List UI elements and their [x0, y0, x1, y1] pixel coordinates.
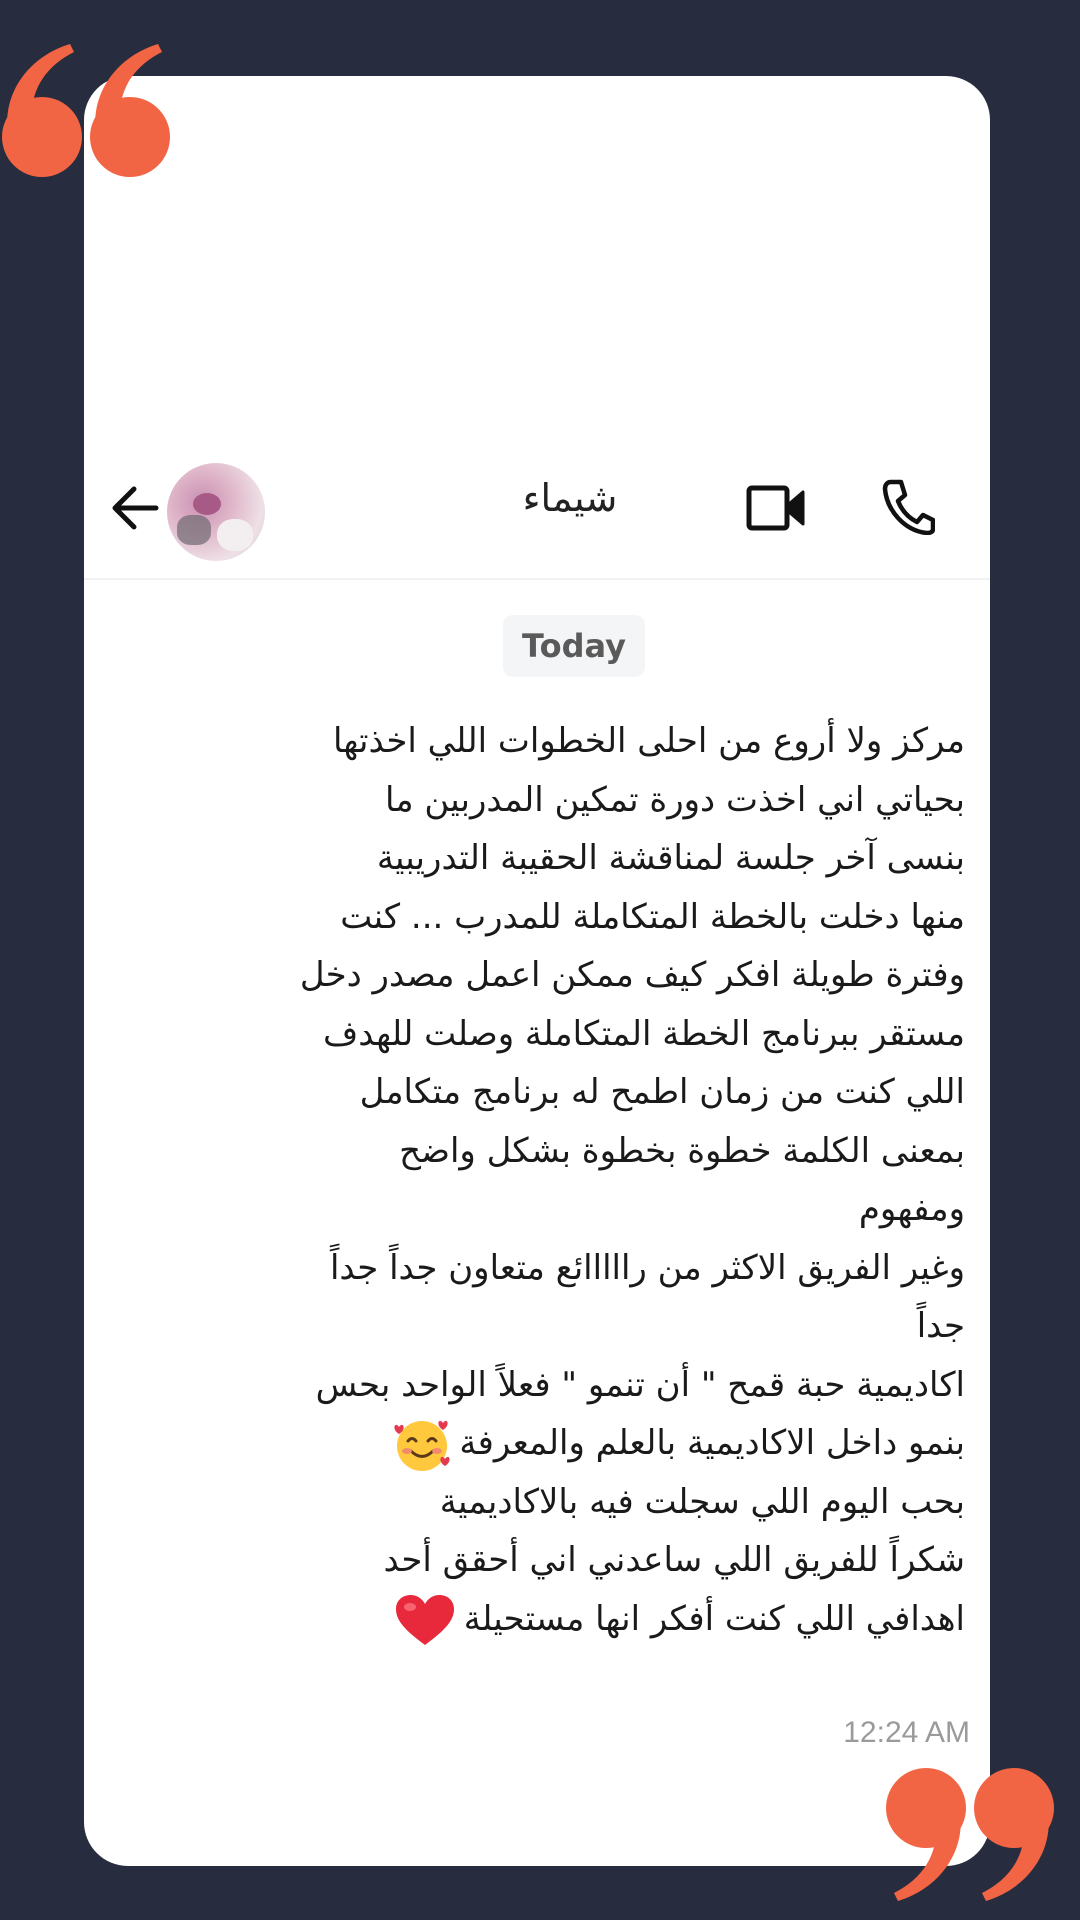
red-heart-emoji: [395, 1595, 454, 1645]
message-line: اهدافي اللي كنت أفكر انها مستحيلة: [463, 1598, 965, 1639]
message-line: بحب اليوم اللي سجلت فيه بالاكاديمية: [439, 1481, 965, 1522]
avatar-photo-detail: [193, 493, 221, 515]
message-line: مركز ولا أروع من احلى الخطوات اللي اخذته…: [333, 721, 965, 761]
phone-icon[interactable]: [881, 477, 935, 535]
video-camera-icon[interactable]: [745, 482, 807, 534]
message-line: بمعنى الكلمة خطوة بخطوة بشكل واضح: [399, 1130, 965, 1171]
avatar-photo-detail: [217, 519, 253, 551]
message-line-with-emoji: اهدافي اللي كنت أفكر انها مستحيلة: [215, 1590, 965, 1649]
message-bubble[interactable]: مركز ولا أروع من احلى الخطوات اللي اخذته…: [215, 712, 965, 1648]
arrow-left-icon[interactable]: [110, 485, 160, 531]
message-line: بحياتي اني اخذت دورة تمكين المدربين ما: [385, 779, 965, 820]
smiling-face-with-hearts-emoji: [394, 1420, 450, 1471]
message-line: اكاديمية حبة قمح " أن تنمو " فعلاً الواح…: [315, 1364, 965, 1405]
right-double-quote-icon: [886, 1768, 1054, 1901]
message-line: منها دخلت بالخطة المتكاملة للمدرب ... كن…: [340, 896, 965, 937]
message-line: بنمو داخل الاكاديمية بالعلم والمعرفة: [459, 1423, 965, 1463]
message-line-with-emoji: بنمو داخل الاكاديمية بالعلم والمعرفة: [215, 1414, 965, 1473]
contact-name[interactable]: شيماء: [500, 476, 640, 520]
message-line: جداً: [916, 1306, 965, 1346]
message-line: ومفهوم: [858, 1189, 965, 1229]
header-divider: [84, 578, 990, 580]
avatar-photo-detail: [177, 515, 211, 545]
message-line: وغير الفريق الاكثر من رااااائع متعاون جد…: [329, 1247, 965, 1288]
message-line: مستقر ببرنامج الخطة المتكاملة وصلت للهدف: [323, 1013, 965, 1054]
message-line: بنسى آخر جلسة لمناقشة الحقيبة التدريبية: [376, 838, 965, 878]
message-line: وفترة طويلة افكر كيف ممكن اعمل مصدر دخل: [299, 955, 965, 995]
message-timestamp: 12:24 AM: [843, 1716, 970, 1749]
left-double-quote-icon: [2, 44, 170, 177]
avatar[interactable]: [167, 463, 265, 561]
message-line: شكراً للفريق اللي ساعدني اني أحقق أحد: [383, 1540, 965, 1580]
date-separator: Today: [503, 615, 645, 677]
message-line: اللي كنت من زمان اطمح له برنامج متكامل: [359, 1072, 965, 1112]
